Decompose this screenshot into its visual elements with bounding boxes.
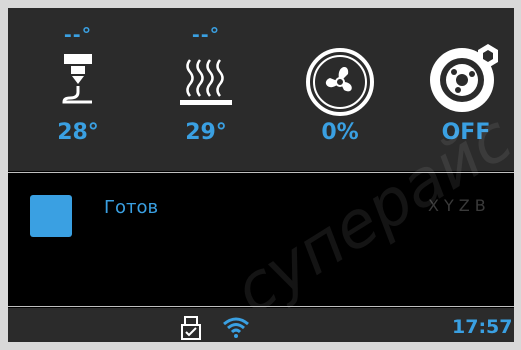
status-indicator bbox=[30, 195, 72, 237]
usb-drive-icon[interactable] bbox=[180, 316, 202, 340]
fan-icon bbox=[306, 48, 374, 116]
printer-screen: --° 28° --° 29° 0% OFF Готов XYZB супера… bbox=[8, 8, 521, 342]
bed-current-temp: 29° bbox=[185, 120, 227, 145]
hotend-column[interactable]: --° 28° bbox=[28, 8, 128, 171]
divider bbox=[8, 306, 514, 307]
hotend-target-temp: --° bbox=[63, 24, 93, 46]
fan-column[interactable]: 0% bbox=[290, 8, 390, 171]
clock: 17:57 bbox=[452, 316, 513, 338]
hotend-current-temp: 28° bbox=[57, 120, 99, 145]
wifi-icon[interactable] bbox=[222, 316, 250, 338]
hotend-nozzle-icon bbox=[62, 54, 92, 104]
bottom-bar: 17:57 bbox=[8, 308, 514, 342]
bed-target-temp: --° bbox=[191, 24, 221, 46]
fan-speed: 0% bbox=[321, 120, 359, 145]
filament-spool-icon bbox=[430, 44, 498, 112]
heated-bed-icon bbox=[180, 59, 232, 105]
status-text: Готов bbox=[104, 197, 159, 218]
bed-column[interactable]: --° 29° bbox=[156, 8, 256, 171]
